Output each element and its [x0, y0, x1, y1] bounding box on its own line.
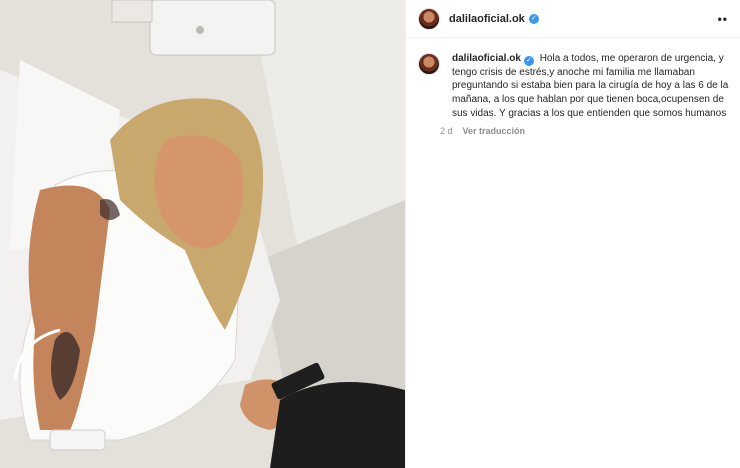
timestamp[interactable]: 2 d	[440, 126, 453, 136]
avatar[interactable]	[418, 53, 440, 75]
caption-username[interactable]: dalilaoficial.ok	[452, 53, 521, 64]
post-photo	[0, 0, 405, 468]
more-options-icon[interactable]: ••	[718, 12, 728, 26]
verified-badge-icon: ✓	[523, 55, 534, 66]
post-panel: dalilaoficial.ok ✓ •• dalilaoficial.ok ✓ …	[405, 0, 740, 468]
avatar[interactable]	[418, 7, 440, 30]
translate-link[interactable]: Ver traducción	[463, 126, 526, 136]
post-header: dalilaoficial.ok ✓ ••	[406, 0, 740, 38]
hospital-photo-illustration	[0, 0, 405, 468]
caption-comment: dalilaoficial.ok ✓ Hola a todos, me opera…	[406, 38, 740, 136]
caption-text-block: dalilaoficial.ok ✓ Hola a todos, me opera…	[452, 52, 734, 121]
verified-badge-icon: ✓	[528, 13, 539, 24]
caption-meta: 2 d Ver traducción	[440, 126, 734, 136]
username[interactable]: dalilaoficial.ok	[449, 13, 525, 25]
